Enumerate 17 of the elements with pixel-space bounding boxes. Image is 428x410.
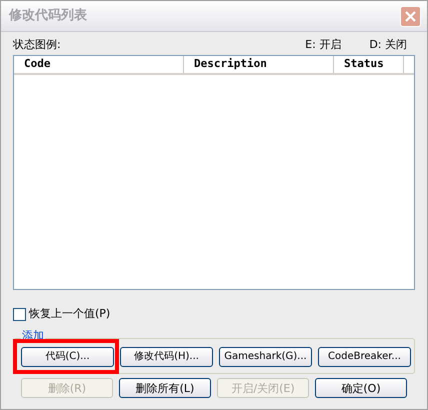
column-header[interactable]: Description [184,56,334,73]
dialog-button[interactable]: CodeBreaker... [318,347,411,367]
dialog-button[interactable]: Gameshark(G)... [219,347,312,367]
checkbox[interactable] [13,308,26,321]
legend-item: E: 开启 [305,36,342,53]
dialog-button[interactable]: 修改代码(H)... [120,347,213,367]
code-list[interactable]: Code Description Status [13,55,415,290]
column-header[interactable]: Code [14,56,184,73]
dialog-button[interactable]: 确定(O) [315,378,407,398]
checkbox-label: 恢复上一个值(P) [29,306,110,322]
column-header[interactable]: Status [334,56,404,73]
dialog-button[interactable]: 删除所有(L) [119,378,211,398]
legend-item: D: 关闭 [369,36,407,53]
dialog-button[interactable]: 代码(C)... [21,347,114,367]
window-title: 修改代码列表 [9,7,87,26]
close-icon [404,10,417,22]
legend-label: 状态图例: [13,36,62,53]
